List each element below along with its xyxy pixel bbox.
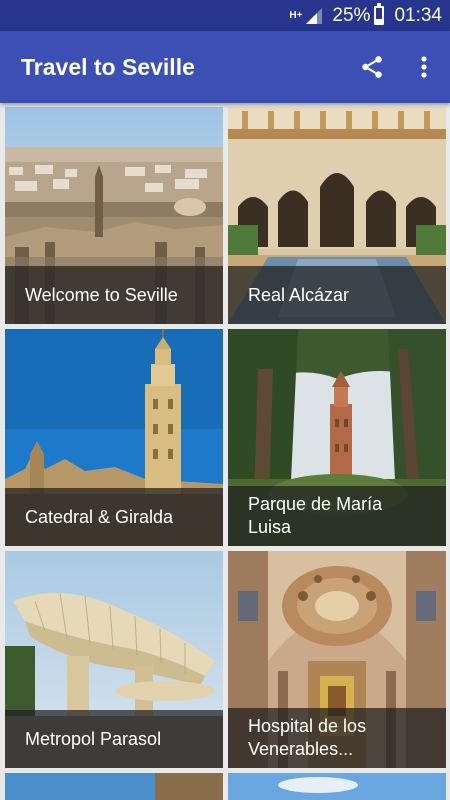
- place-title: Metropol Parasol: [25, 728, 162, 749]
- network-type-label: H+: [289, 10, 303, 21]
- place-card-next-right[interactable]: [228, 773, 446, 800]
- place-title-line2: Venerables...: [248, 739, 354, 759]
- share-button[interactable]: [348, 43, 396, 91]
- place-title-line2: Luisa: [248, 517, 292, 537]
- place-caption: Metropol Parasol: [5, 710, 223, 768]
- battery-icon: [374, 3, 385, 25]
- place-card-next-left[interactable]: [5, 773, 223, 800]
- place-card-catedral-giralda[interactable]: Catedral & Giralda: [5, 329, 223, 546]
- places-grid: Welcome to Seville Real Alcázar Catedral…: [0, 103, 450, 800]
- battery-percent: 25%: [332, 4, 371, 26]
- place-title: Welcome to Seville: [25, 284, 178, 305]
- place-card-welcome[interactable]: Welcome to Seville: [5, 107, 223, 324]
- place-title-line1: Parque de María: [248, 494, 383, 514]
- share-icon: [362, 56, 382, 78]
- place-caption: Real Alcázar: [228, 266, 446, 324]
- place-caption: Hospital de los Venerables...: [228, 708, 446, 768]
- place-title: Catedral & Giralda: [25, 506, 174, 527]
- more-vert-icon: [421, 56, 427, 78]
- place-image-partial: [5, 773, 223, 800]
- app-bar: Travel to Seville: [0, 31, 450, 103]
- place-card-parque-maria-luisa[interactable]: Parque de María Luisa: [228, 329, 446, 546]
- place-card-hospital-venerables[interactable]: Hospital de los Venerables...: [228, 551, 446, 768]
- clock: 01:34: [394, 4, 442, 26]
- place-image-partial: [228, 773, 446, 800]
- place-caption: Welcome to Seville: [5, 266, 223, 324]
- place-card-metropol-parasol[interactable]: Metropol Parasol: [5, 551, 223, 768]
- place-card-real-alcazar[interactable]: Real Alcázar: [228, 107, 446, 324]
- network-type-indicator: H+: [289, 10, 303, 21]
- place-caption: Catedral & Giralda: [5, 488, 223, 546]
- app-title: Travel to Seville: [21, 53, 195, 80]
- more-options-button[interactable]: [400, 43, 448, 91]
- status-bar: H+ 25% 01:34: [0, 0, 450, 31]
- place-title-line1: Hospital de los: [248, 716, 367, 736]
- place-caption: Parque de María Luisa: [228, 486, 446, 546]
- signal-strength-icon: [306, 7, 323, 24]
- place-title: Real Alcázar: [248, 284, 350, 305]
